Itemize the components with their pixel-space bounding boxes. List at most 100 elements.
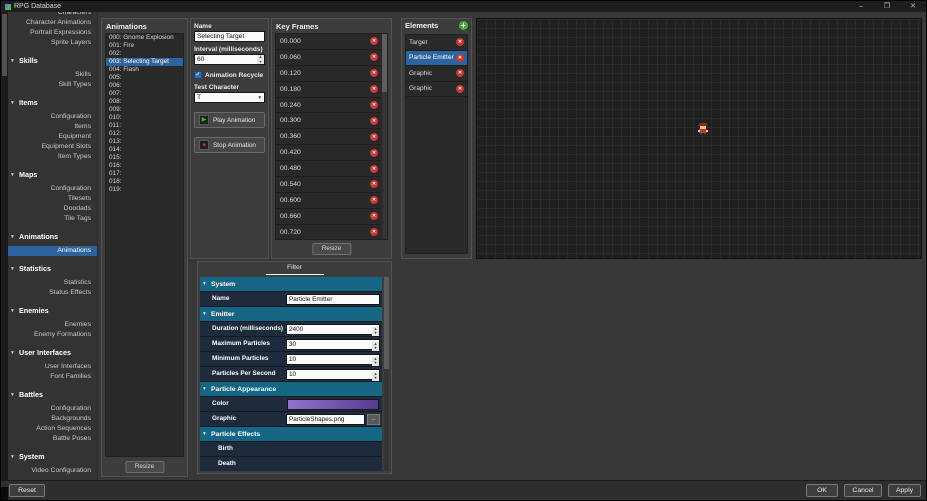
property-value-input[interactable] [286, 354, 380, 365]
property-row[interactable]: ▾ Particles Per Second ▲ ▼ [200, 367, 382, 382]
sidebar-item[interactable]: ▾ Statistics [8, 263, 97, 275]
property-row[interactable]: ▾ Maximum Particles ▲ ▼ [200, 337, 382, 352]
animation-recycle-checkbox-row[interactable]: ✓ Animation Recycle [191, 65, 268, 80]
delete-keyframe-icon[interactable]: ✕ [370, 228, 378, 236]
ok-button[interactable]: OK [806, 484, 838, 497]
sidebar-item[interactable]: ▾ User Interfaces [8, 347, 97, 359]
delete-element-icon[interactable]: ✕ [456, 69, 464, 77]
sidebar-item[interactable]: ▾ Video Configuration [8, 466, 97, 476]
filter-input[interactable]: Filter [266, 264, 324, 275]
color-swatch[interactable] [287, 399, 379, 410]
animation-list-item[interactable]: 017: [106, 170, 183, 178]
sidebar-item[interactable]: ▾ Font Families [8, 372, 97, 382]
sidebar-item[interactable]: ▾ Tilesets [8, 194, 97, 204]
animation-list-item[interactable]: 002: [106, 50, 183, 58]
keyframe-row[interactable]: 00.240 ✕ [276, 98, 387, 114]
delete-keyframe-icon[interactable]: ✕ [370, 37, 378, 45]
sidebar-item[interactable]: ▾ Backgrounds [8, 414, 97, 424]
animation-list-item[interactable]: 016: [106, 162, 183, 170]
delete-element-icon[interactable]: ✕ [456, 54, 464, 62]
sidebar-item[interactable]: ▾ Configuration [8, 404, 97, 414]
keyframe-row[interactable]: 00.480 ✕ [276, 161, 387, 177]
sidebar-item[interactable]: ▾ Enemies [8, 305, 97, 317]
property-row[interactable]: ▾ Name ▲ ▼ [200, 292, 382, 307]
property-grid-scrollbar[interactable] [384, 277, 389, 471]
add-element-icon[interactable]: + [459, 21, 468, 30]
property-grid-scrollbar-thumb[interactable] [384, 277, 389, 369]
keyframe-row[interactable]: 00.660 ✕ [276, 209, 387, 225]
sidebar-item[interactable]: ▾ Enemies [8, 320, 97, 330]
animation-list-item[interactable]: 008: [106, 98, 183, 106]
sidebar-item[interactable]: ▾ Portrait Expressions [8, 28, 97, 38]
property-row[interactable]: ▾ Graphic ▲ ▼ ... [200, 412, 382, 427]
element-row[interactable]: Target ✕ [406, 35, 467, 51]
animation-list-item[interactable]: 013: [106, 138, 183, 146]
delete-keyframe-icon[interactable]: ✕ [370, 101, 378, 109]
keyframes-scrollbar[interactable] [382, 34, 387, 239]
animation-list-item[interactable]: 003: Selecting Target [106, 58, 183, 66]
animation-list-item[interactable]: 011: [106, 122, 183, 130]
delete-keyframe-icon[interactable]: ✕ [370, 212, 378, 220]
sidebar-item[interactable]: ▾ Tile Tags [8, 214, 97, 224]
delete-keyframe-icon[interactable]: ✕ [370, 117, 378, 125]
animation-list-item[interactable]: 006: [106, 82, 183, 90]
close-button[interactable]: ✕ [900, 1, 926, 12]
reset-button[interactable]: Reset [9, 484, 45, 497]
sidebar-item[interactable]: ▾ Animations [8, 231, 97, 243]
keyframe-row[interactable]: 00.720 ✕ [276, 225, 387, 240]
property-row[interactable]: ▾ Particle Appearance ▲ ▼ [200, 382, 382, 397]
animation-list-item[interactable]: 007: [106, 90, 183, 98]
animation-list-item[interactable]: 000: Gnome Explosion [106, 34, 183, 42]
animation-list-item[interactable]: 014: [106, 146, 183, 154]
sidebar-item[interactable]: ▾ Enemy Formations [8, 330, 97, 340]
minimize-button[interactable]: – [848, 1, 874, 12]
value-spinner[interactable]: ▲ ▼ [372, 372, 379, 381]
play-animation-button[interactable]: ▶ Play Animation [194, 112, 265, 128]
cancel-button[interactable]: Cancel [844, 484, 882, 497]
sidebar-item[interactable]: ▾ Maps [8, 169, 97, 181]
keyframe-row[interactable]: 00.360 ✕ [276, 129, 387, 145]
maximize-button[interactable]: ❐ [874, 1, 900, 12]
keyframe-row[interactable]: 00.420 ✕ [276, 145, 387, 161]
property-value-input[interactable] [286, 324, 380, 335]
sidebar-item[interactable]: ▾ Configuration [8, 184, 97, 194]
delete-keyframe-icon[interactable]: ✕ [370, 149, 378, 157]
interval-spinner[interactable]: ▲ ▼ [257, 55, 264, 64]
property-row[interactable]: ▾ Emitter ▲ ▼ [200, 307, 382, 322]
sidebar-item[interactable]: ▾ Sprite Layers [8, 38, 97, 48]
keyframe-row[interactable]: 00.300 ✕ [276, 113, 387, 129]
property-row[interactable]: ▾ Minimum Particles ▲ ▼ [200, 352, 382, 367]
delete-keyframe-icon[interactable]: ✕ [370, 196, 378, 204]
left-scrollbar-thumb[interactable] [2, 14, 7, 76]
keyframe-row[interactable]: 00.120 ✕ [276, 66, 387, 82]
element-row[interactable]: Graphic ✕ [406, 82, 467, 98]
delete-keyframe-icon[interactable]: ✕ [370, 133, 378, 141]
sidebar-item[interactable]: ▾ Skill Types [8, 80, 97, 90]
property-row[interactable]: ▾ System ▲ ▼ [200, 277, 382, 292]
sidebar-item[interactable]: ▾ Equipment [8, 132, 97, 142]
property-value-input[interactable] [286, 339, 380, 350]
delete-keyframe-icon[interactable]: ✕ [370, 53, 378, 61]
sidebar-item[interactable]: ▾ Doodads [8, 204, 97, 214]
property-row[interactable]: ▾ Birth ▲ ▼ [200, 442, 382, 457]
sidebar-item[interactable]: ▾ Action Sequences [8, 424, 97, 434]
delete-element-icon[interactable]: ✕ [456, 85, 464, 93]
sidebar-item[interactable]: ▾ Battle Poses [8, 434, 97, 444]
spin-down-icon[interactable]: ▼ [372, 346, 379, 350]
stop-animation-button[interactable]: ■ Stop Animation [194, 137, 265, 153]
sidebar-item[interactable]: ▾ Item Types [8, 152, 97, 162]
keyframe-row[interactable]: 00.060 ✕ [276, 50, 387, 66]
keyframes-scrollbar-thumb[interactable] [382, 34, 387, 92]
value-spinner[interactable]: ▲ ▼ [372, 357, 379, 366]
sidebar-item[interactable]: ▾ Items [8, 97, 97, 109]
property-row[interactable]: ▾ Death ▲ ▼ [200, 457, 382, 471]
sidebar-item[interactable]: ▾ Equipment Slots [8, 142, 97, 152]
delete-element-icon[interactable]: ✕ [456, 38, 464, 46]
animations-resize-button[interactable]: Resize [125, 461, 164, 473]
left-scrollbar[interactable] [1, 12, 8, 482]
property-value-input[interactable] [286, 369, 380, 380]
test-character-select[interactable]: T ▼ [194, 92, 265, 103]
property-row[interactable]: ▾ Color ▲ ▼ [200, 397, 382, 412]
value-spinner[interactable]: ▲ ▼ [372, 327, 379, 336]
sidebar-item[interactable]: ▾ Battles [8, 389, 97, 401]
